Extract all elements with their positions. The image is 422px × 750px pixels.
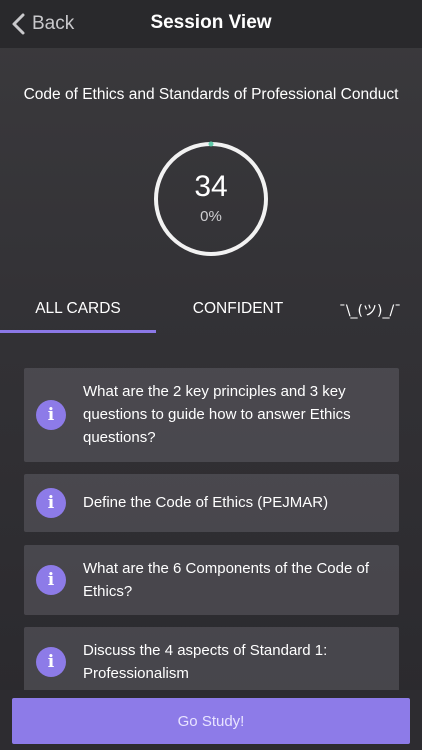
navigation-bar: Back Session View — [0, 0, 422, 49]
tab-confident[interactable]: CONFIDENT — [160, 300, 316, 318]
list-item[interactable]: i What are the 2 key principles and 3 ke… — [24, 368, 399, 462]
tab-label: ALL CARDS — [35, 300, 121, 317]
card-question: Define the Code of Ethics (PEJMAR) — [83, 494, 329, 511]
tab-all-cards[interactable]: ALL CARDS — [0, 300, 156, 318]
progress-ring: 34 0% — [152, 140, 270, 258]
card-question: What are the 6 Components of the Code of… — [83, 560, 370, 600]
list-item[interactable]: i What are the 6 Components of the Code … — [24, 545, 399, 615]
info-icon: i — [36, 400, 66, 430]
progress-percent: 0% — [200, 208, 222, 225]
page-title: Session View — [150, 12, 272, 33]
info-icon: i — [36, 488, 66, 518]
info-icon: i — [36, 647, 66, 677]
list-item[interactable]: i Define the Code of Ethics (PEJMAR) — [24, 474, 399, 532]
deck-title: Code of Ethics and Standards of Professi… — [23, 86, 399, 103]
card-question: What are the 2 key principles and 3 key … — [83, 383, 351, 446]
card-question: Discuss the 4 aspects of Standard 1: Pro… — [83, 642, 328, 682]
active-tab-indicator — [0, 330, 156, 333]
list-item[interactable]: i Discuss the 4 aspects of Standard 1: P… — [24, 627, 399, 697]
card-count: 34 — [194, 170, 228, 203]
tab-label: CONFIDENT — [192, 300, 284, 317]
tab-unsure[interactable]: ¯\_(ツ)_/¯ — [318, 300, 422, 320]
tab-label: ¯\_(ツ)_/¯ — [338, 303, 402, 319]
go-study-button[interactable]: Go Study! — [12, 698, 410, 744]
info-icon: i — [36, 565, 66, 595]
go-study-label: Go Study! — [177, 712, 245, 730]
progress-ring-marker — [208, 141, 214, 147]
card-filter-tabs: ALL CARDS CONFIDENT ¯\_(ツ)_/¯ — [0, 290, 422, 334]
